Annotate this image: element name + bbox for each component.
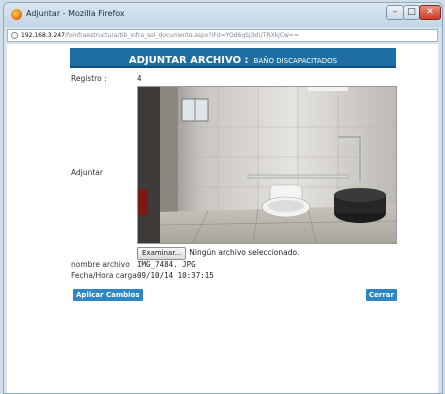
minimize-icon: – [392, 7, 398, 17]
firefox-icon [11, 9, 22, 20]
nombre-archivo-value: IMG_7484. JPG [137, 260, 196, 269]
file-input-row: Examinar... Ningún archivo seleccionado. [137, 246, 299, 260]
maximize-button[interactable]: □ [403, 5, 420, 20]
nombre-archivo-label: nombre archivo [71, 260, 130, 269]
fecha-carga-label: Fecha/Hora carga [71, 271, 137, 280]
browse-button[interactable]: Examinar... [137, 246, 187, 260]
maximize-icon: □ [407, 7, 416, 17]
url-path: /foinfraestructura/tib_infra_sol_documen… [64, 32, 299, 39]
url-host: 192.168.3.247 [21, 32, 65, 39]
close-icon: ✕ [426, 7, 434, 17]
title-bar: Adjuntar - Mozilla Firefox – □ ✕ [4, 3, 442, 27]
fecha-carga-value: 09/10/14 10:37:15 [137, 271, 214, 280]
registro-value: 4 [137, 74, 142, 83]
page-content: ADJUNTAR ARCHIVO : BAÑO DISCAPACITADOS R… [7, 44, 438, 393]
file-status: Ningún archivo seleccionado. [189, 248, 300, 257]
page-subtitle: BAÑO DISCAPACITADOS [253, 57, 338, 65]
page-header: ADJUNTAR ARCHIVO : BAÑO DISCAPACITADOS [70, 48, 396, 68]
minimize-button[interactable]: – [386, 5, 404, 20]
registro-label: Registro : [71, 74, 107, 83]
browser-window: Adjuntar - Mozilla Firefox – □ ✕ 192.168… [3, 2, 443, 394]
apply-changes-button[interactable]: Aplicar Cambios [73, 289, 143, 301]
window-title: Adjuntar - Mozilla Firefox [26, 9, 125, 18]
page-title: ADJUNTAR ARCHIVO : [128, 55, 249, 66]
address-bar[interactable]: 192.168.3.247/foinfraestructura/tib_infr… [7, 29, 438, 42]
close-window-button[interactable]: ✕ [419, 5, 441, 20]
bathroom-photo [138, 87, 396, 243]
page-icon [11, 32, 18, 39]
attachment-photo [137, 86, 397, 244]
adjuntar-label: Adjuntar [71, 168, 103, 177]
close-button[interactable]: Cerrar [366, 289, 397, 301]
